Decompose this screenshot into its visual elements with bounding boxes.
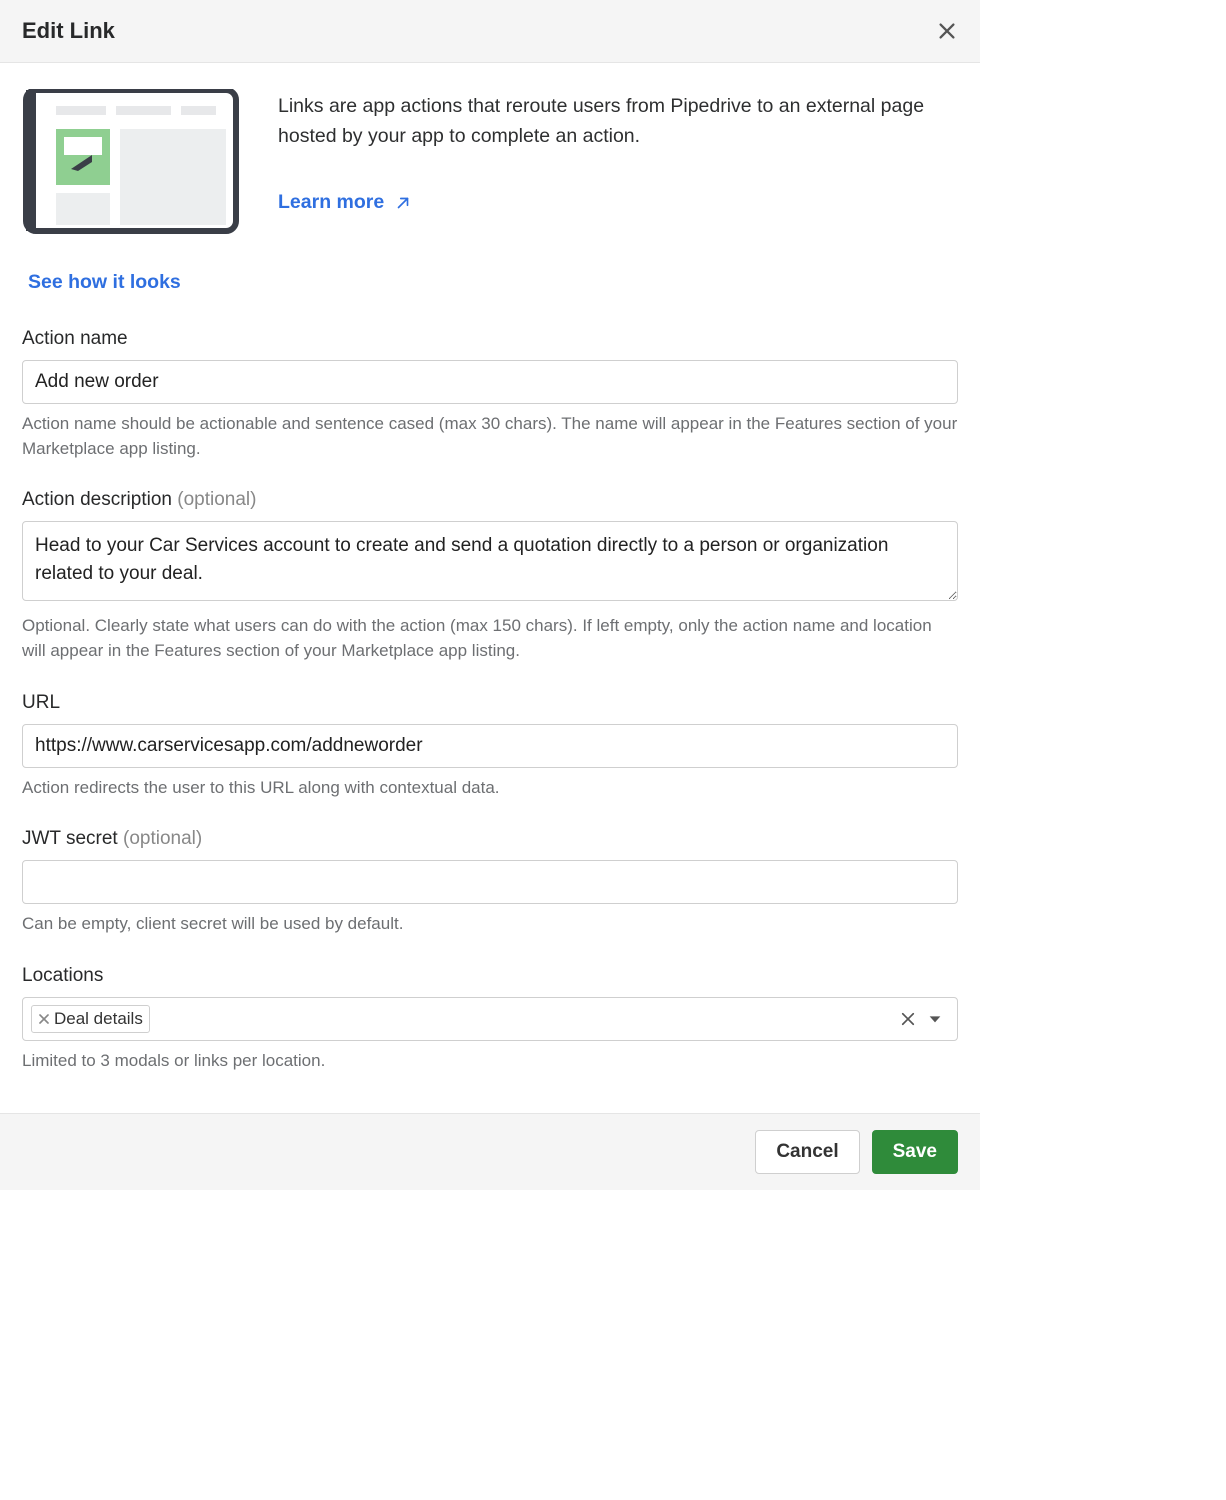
action-description-group: Action description (optional) Optional. … xyxy=(22,489,958,663)
jwt-secret-input[interactable] xyxy=(22,860,958,904)
jwt-secret-label: JWT secret (optional) xyxy=(22,828,958,850)
external-link-icon xyxy=(394,194,412,212)
see-how-it-looks-link[interactable]: See how it looks xyxy=(28,271,181,294)
learn-more-label: Learn more xyxy=(278,191,384,214)
url-group: URL Action redirects the user to this UR… xyxy=(22,692,958,801)
location-tag-label: Deal details xyxy=(54,1009,143,1029)
action-name-group: Action name Action name should be action… xyxy=(22,328,958,461)
select-icons xyxy=(899,1010,949,1028)
modal-body: Links are app actions that reroute users… xyxy=(0,63,980,1113)
locations-label: Locations xyxy=(22,965,958,987)
clear-icon[interactable] xyxy=(899,1010,917,1028)
modal-header: Edit Link xyxy=(0,0,980,63)
chevron-down-icon[interactable] xyxy=(927,1011,943,1027)
action-description-label-text: Action description xyxy=(22,489,177,510)
locations-select[interactable]: Deal details xyxy=(22,997,958,1041)
intro-text-column: Links are app actions that reroute users… xyxy=(278,89,958,214)
jwt-secret-label-text: JWT secret xyxy=(22,828,123,849)
action-description-optional: (optional) xyxy=(177,489,256,510)
locations-group: Locations Deal details Limite xyxy=(22,965,958,1074)
close-icon[interactable] xyxy=(936,20,958,42)
action-description-help: Optional. Clearly state what users can d… xyxy=(22,614,958,663)
cancel-button[interactable]: Cancel xyxy=(755,1130,859,1174)
modal-title: Edit Link xyxy=(22,18,115,44)
intro-row: Links are app actions that reroute users… xyxy=(22,89,958,239)
modal-footer: Cancel Save xyxy=(0,1113,980,1190)
jwt-secret-optional: (optional) xyxy=(123,828,202,849)
form-section: Action name Action name should be action… xyxy=(22,328,958,1073)
learn-more-link[interactable]: Learn more xyxy=(278,191,412,214)
intro-description: Links are app actions that reroute users… xyxy=(278,91,958,151)
link-illustration xyxy=(22,89,242,239)
tag-remove-icon[interactable] xyxy=(36,1011,52,1027)
action-description-label: Action description (optional) xyxy=(22,489,958,511)
location-tag: Deal details xyxy=(31,1005,150,1033)
jwt-secret-help: Can be empty, client secret will be used… xyxy=(22,912,958,937)
save-button[interactable]: Save xyxy=(872,1130,958,1174)
url-help: Action redirects the user to this URL al… xyxy=(22,776,958,801)
action-description-textarea[interactable] xyxy=(22,521,958,601)
url-label: URL xyxy=(22,692,958,714)
jwt-secret-group: JWT secret (optional) Can be empty, clie… xyxy=(22,828,958,937)
action-name-help: Action name should be actionable and sen… xyxy=(22,412,958,461)
action-name-input[interactable] xyxy=(22,360,958,404)
locations-help: Limited to 3 modals or links per locatio… xyxy=(22,1049,958,1074)
url-input[interactable] xyxy=(22,724,958,768)
action-name-label: Action name xyxy=(22,328,958,350)
